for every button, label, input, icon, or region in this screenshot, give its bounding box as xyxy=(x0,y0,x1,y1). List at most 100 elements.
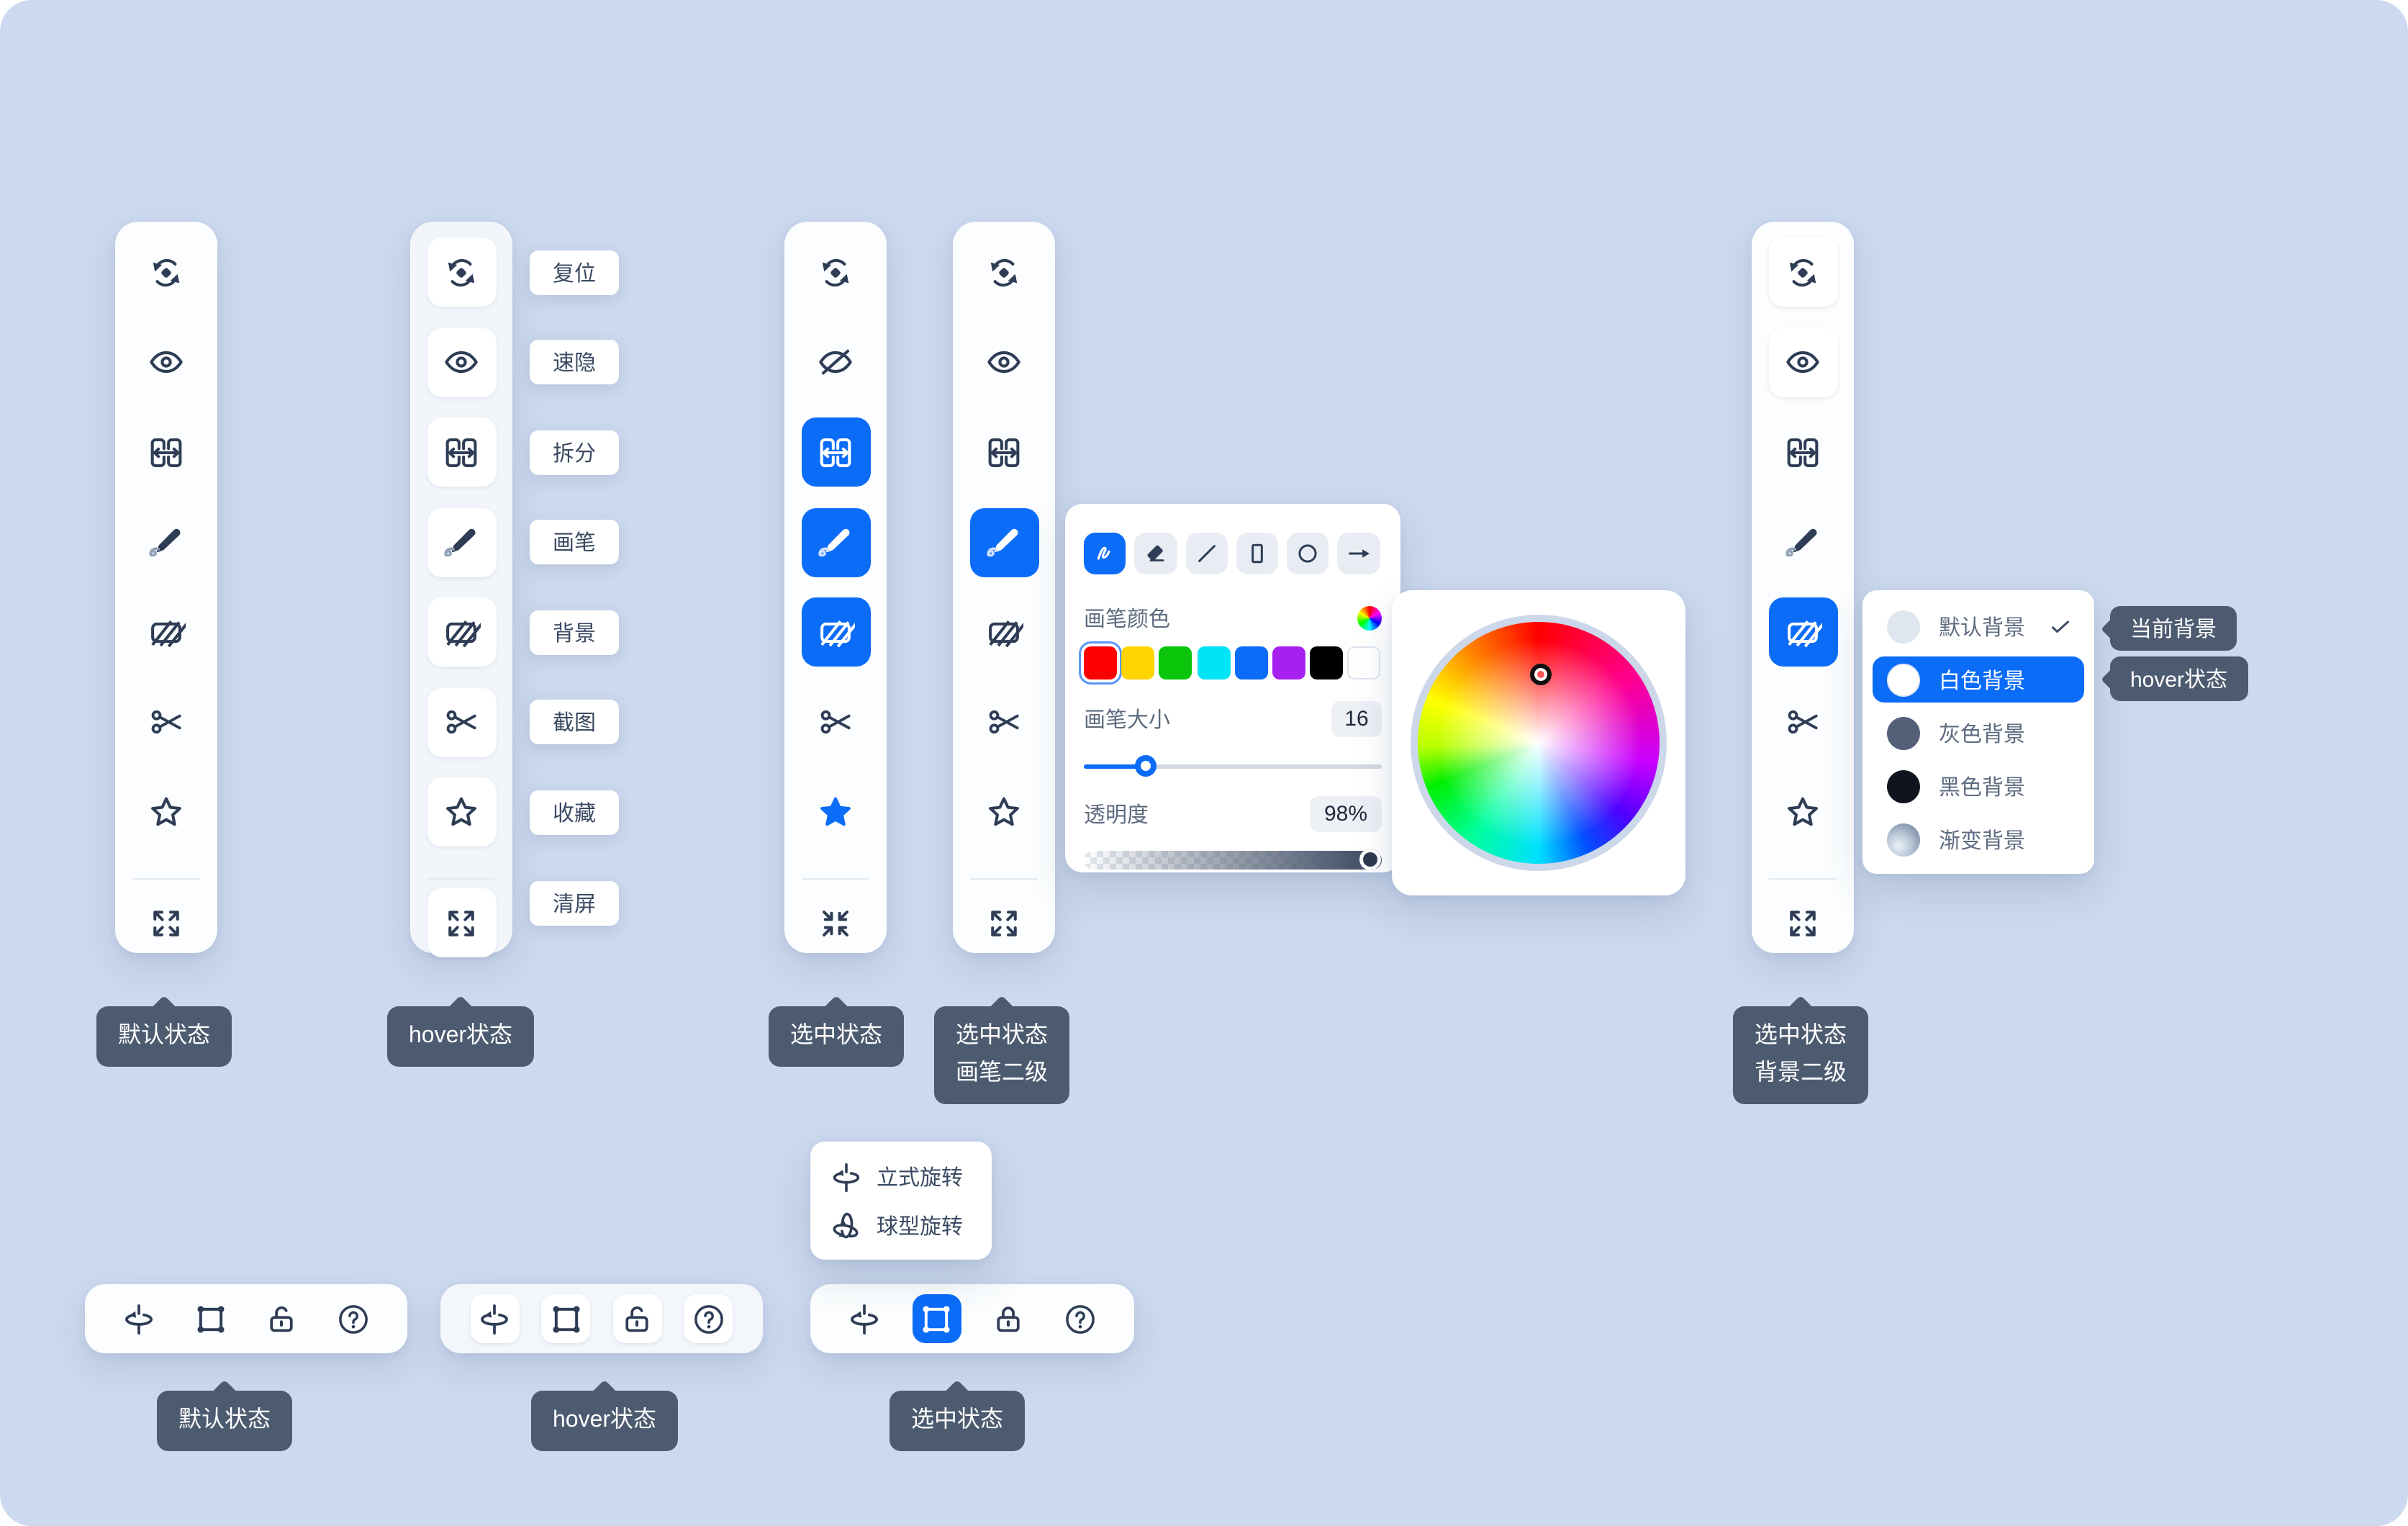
quick-hide-button[interactable] xyxy=(1768,328,1837,397)
pen-size-slider[interactable] xyxy=(1084,764,1382,769)
swatch-cyan[interactable] xyxy=(1197,646,1230,680)
tool-pen-button[interactable] xyxy=(1084,533,1126,575)
menu-item-label: 立式旋转 xyxy=(877,1162,963,1192)
color-wheel-icon[interactable] xyxy=(1357,606,1382,631)
swatch-white[interactable] xyxy=(1348,646,1381,680)
frame-button[interactable] xyxy=(541,1294,590,1343)
screenshot-button[interactable] xyxy=(132,687,201,757)
tool-line-button[interactable] xyxy=(1185,533,1228,575)
split-button[interactable] xyxy=(132,417,201,487)
help-button[interactable] xyxy=(684,1294,733,1343)
menu-item-black-background[interactable]: 黑色背景 xyxy=(1873,763,2084,809)
toolbar-bottom-selected xyxy=(810,1284,1134,1353)
favorite-button-active[interactable] xyxy=(801,777,870,846)
reset-button[interactable] xyxy=(801,238,870,307)
quick-hide-button[interactable] xyxy=(132,328,201,397)
swatch-black[interactable] xyxy=(1310,646,1343,680)
menu-item-vertical-rotation[interactable]: 立式旋转 xyxy=(829,1155,992,1199)
quick-hide-button[interactable] xyxy=(801,328,870,397)
tooltip-menu-hover-state: hover状态 xyxy=(2110,656,2248,701)
tool-rectangle-button[interactable] xyxy=(1236,533,1279,575)
pen-size-slider-thumb[interactable] xyxy=(1136,756,1157,777)
opacity-label: 透明度 xyxy=(1084,799,1149,829)
opacity-value[interactable]: 98% xyxy=(1310,796,1382,832)
exit-fullscreen-button[interactable] xyxy=(801,888,870,957)
help-button[interactable] xyxy=(1055,1294,1104,1343)
fullscreen-button[interactable] xyxy=(1768,888,1837,957)
frame-button-selected[interactable] xyxy=(912,1294,961,1343)
tooltip-text: 当前背景 xyxy=(2130,613,2217,644)
swatch-red[interactable] xyxy=(1084,646,1117,680)
reset-button[interactable] xyxy=(969,238,1038,307)
screenshot-stage: 复位 速隐 拆分 画笔 背景 截图 收藏 清屏 画笔颜色 xyxy=(0,0,2408,1526)
split-button[interactable] xyxy=(969,417,1038,487)
screenshot-button[interactable] xyxy=(801,687,870,757)
split-button[interactable] xyxy=(1768,417,1837,487)
color-wheel[interactable] xyxy=(1411,615,1667,871)
opacity-slider-thumb[interactable] xyxy=(1359,849,1380,871)
fullscreen-button[interactable] xyxy=(969,888,1038,957)
screenshot-button[interactable] xyxy=(427,687,496,757)
pen-button[interactable] xyxy=(132,507,201,577)
menu-item-default-background[interactable]: 默认背景 xyxy=(1873,603,2084,649)
menu-item-gradient-background[interactable]: 渐变背景 xyxy=(1873,816,2084,862)
frame-button[interactable] xyxy=(186,1294,235,1343)
background-button[interactable] xyxy=(427,597,496,667)
color-wheel-selector[interactable] xyxy=(1530,664,1552,685)
help-button[interactable] xyxy=(329,1294,378,1343)
background-button[interactable] xyxy=(969,597,1038,667)
toolbar-divider xyxy=(427,877,495,879)
pen-button-selected[interactable] xyxy=(969,507,1038,577)
favorite-button[interactable] xyxy=(1768,777,1837,846)
screenshot-button[interactable] xyxy=(1768,687,1837,757)
menu-item-sphere-rotation[interactable]: 球型旋转 xyxy=(829,1204,992,1248)
fullscreen-button[interactable] xyxy=(132,888,201,957)
lock-button[interactable] xyxy=(984,1294,1033,1343)
axis-rotate-button[interactable] xyxy=(114,1294,163,1343)
quick-hide-button[interactable] xyxy=(969,328,1038,397)
favorite-button[interactable] xyxy=(969,777,1038,846)
axis-rotate-button[interactable] xyxy=(841,1294,890,1343)
menu-item-gray-background[interactable]: 灰色背景 xyxy=(1873,710,2084,756)
help-icon xyxy=(691,1301,727,1337)
favorite-button[interactable] xyxy=(427,777,496,846)
background-button-selected[interactable] xyxy=(801,597,870,667)
favorite-button[interactable] xyxy=(132,777,201,846)
quick-hide-button[interactable] xyxy=(427,328,496,397)
screenshot-button[interactable] xyxy=(969,687,1038,757)
tool-arrow-button[interactable] xyxy=(1338,533,1380,575)
reset-button[interactable] xyxy=(427,238,496,307)
axis-rotate-button[interactable] xyxy=(470,1294,519,1343)
background-button-selected[interactable] xyxy=(1768,597,1837,667)
frame-icon xyxy=(548,1301,584,1337)
split-button[interactable] xyxy=(427,417,496,487)
tool-circle-button[interactable] xyxy=(1287,533,1329,575)
fullscreen-button[interactable] xyxy=(427,888,496,957)
background-button[interactable] xyxy=(132,597,201,667)
tooltip-current-background: 当前背景 xyxy=(2110,606,2237,651)
frame-icon xyxy=(192,1301,228,1337)
menu-item-white-background[interactable]: 白色背景 xyxy=(1873,656,2084,703)
pen-size-value[interactable]: 16 xyxy=(1331,701,1382,737)
tooltip-text: 默认状态 xyxy=(118,1018,210,1055)
split-icon xyxy=(442,433,481,471)
color-wheel-panel xyxy=(1392,590,1685,895)
pen-icon xyxy=(1783,523,1822,561)
pen-button[interactable] xyxy=(427,507,496,577)
swatch-purple[interactable] xyxy=(1272,646,1305,680)
pen-button[interactable] xyxy=(1768,507,1837,577)
swatch-blue[interactable] xyxy=(1235,646,1268,680)
reset-icon xyxy=(1783,253,1822,292)
lock-button[interactable] xyxy=(613,1294,662,1343)
pen-button-selected[interactable] xyxy=(801,507,870,577)
hover-label-pen: 画笔 xyxy=(530,520,619,564)
reset-button[interactable] xyxy=(132,238,201,307)
reset-button[interactable] xyxy=(1768,238,1837,307)
swatch-green[interactable] xyxy=(1159,646,1192,680)
tool-eraser-button[interactable] xyxy=(1135,533,1177,575)
rectangle-icon xyxy=(1244,540,1271,567)
split-button-selected[interactable] xyxy=(801,417,870,487)
swatch-yellow[interactable] xyxy=(1121,646,1154,680)
lock-button[interactable] xyxy=(258,1294,307,1343)
opacity-slider[interactable] xyxy=(1084,851,1382,870)
